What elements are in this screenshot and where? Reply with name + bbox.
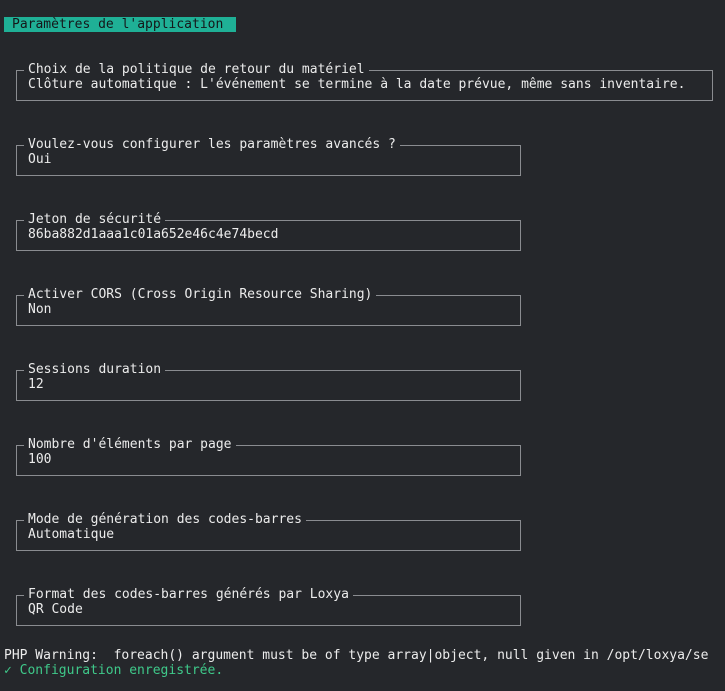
field-value: Clôture automatique : L'événement se ter… [28,77,686,92]
success-message: ✓ Configuration enregistrée. [4,663,223,678]
advanced-settings-field[interactable]: Voulez-vous configurer les paramètres av… [16,137,521,176]
success-text: Configuration enregistrée. [19,663,224,678]
cors-field[interactable]: Activer CORS (Cross Origin Resource Shar… [16,287,521,326]
field-label: Activer CORS (Cross Origin Resource Shar… [24,287,377,302]
field-value: 100 [28,452,52,467]
field-value: 12 [28,377,44,392]
field-label: Voulez-vous configurer les paramètres av… [24,137,400,152]
field-label: Nombre d'éléments par page [24,437,236,452]
page-title: Paramètres de l'application [4,17,236,32]
items-per-page-field[interactable]: Nombre d'éléments par page 100 [16,437,521,476]
security-token-field[interactable]: Jeton de sécurité 86ba882d1aaa1c01a652e4… [16,212,521,251]
field-label: Format des codes-barres générés par Loxy… [24,587,353,602]
field-value: Oui [28,152,52,167]
field-value: Automatique [28,527,115,542]
check-icon: ✓ [4,663,12,678]
field-value: 86ba882d1aaa1c01a652e46c4e74becd [28,227,279,242]
field-label: Jeton de sécurité [24,212,166,227]
php-warning-message: PHP Warning: foreach() argument must be … [4,648,709,663]
field-label: Sessions duration [24,362,166,377]
field-value: QR Code [28,602,83,617]
field-label: Choix de la politique de retour du matér… [24,62,369,77]
field-value: Non [28,302,52,317]
sessions-duration-field[interactable]: Sessions duration 12 [16,362,521,401]
field-label: Mode de génération des codes-barres [24,512,306,527]
barcode-mode-field[interactable]: Mode de génération des codes-barres Auto… [16,512,521,551]
return-policy-field[interactable]: Choix de la politique de retour du matér… [16,62,713,101]
barcode-format-field[interactable]: Format des codes-barres générés par Loxy… [16,587,521,626]
